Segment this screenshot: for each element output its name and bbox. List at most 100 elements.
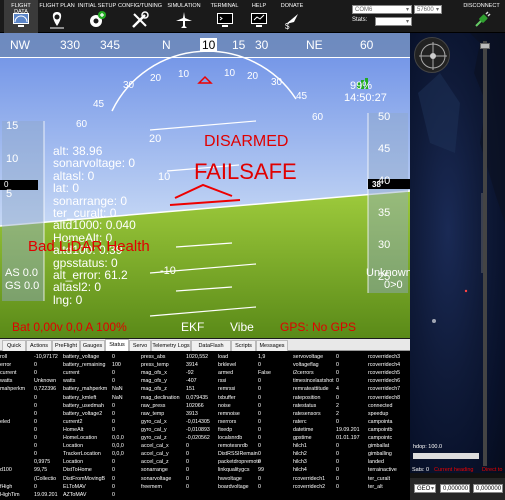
status-field-name: error — [0, 362, 12, 369]
coord-lat-field[interactable]: 0,000000 — [440, 484, 470, 493]
status-field-value: -92 — [186, 370, 194, 377]
toolbar-flight-data-button[interactable]: FLIGHT DATA — [4, 0, 38, 33]
map-pin-icon — [50, 12, 64, 29]
status-field-name: sonarvoltage — [141, 475, 172, 482]
status-field-value: 0,0,0 — [112, 443, 124, 450]
map-overlay — [418, 33, 505, 323]
roll-scale-label: 30 — [123, 80, 135, 91]
tab-gauges[interactable]: Gauges — [80, 340, 105, 351]
roll-scale-label: 20 — [150, 73, 162, 84]
status-field-value: 2 — [336, 410, 339, 417]
map-panel[interactable]: hdop: 100.0 Sats: 0 Current heading Dire… — [410, 33, 505, 500]
status-field-value: 0 — [186, 483, 189, 490]
status-field-name: accel_cal_x — [141, 443, 169, 450]
tab-telemetry-logs[interactable]: Telemetry Logs — [151, 340, 191, 351]
status-field-value: 19.09.201 — [336, 426, 360, 433]
roll-scale-label: 45 — [93, 99, 105, 110]
speed-scale-label: 10 — [6, 153, 19, 165]
status-field-value: 3913 — [186, 410, 198, 417]
armed-status: DISARMED — [204, 133, 289, 150]
toolbar-flight-plan-label: FLIGHT PLAN — [39, 3, 75, 9]
toolbar-initial-setup-label: INITIAL SETUP — [77, 3, 117, 9]
tab-dataflash-logs[interactable]: DataFlash Logs — [191, 340, 231, 359]
status-field-name: boardvoltage — [218, 483, 249, 490]
status-field-name: noise — [218, 402, 231, 409]
tab-actions[interactable]: Actions — [26, 340, 52, 351]
status-field-name: raw_temp — [141, 410, 165, 417]
status-field-value: 0 — [336, 475, 339, 482]
status-field-value: NaN — [112, 394, 123, 401]
status-field-value: 0,079435 — [186, 394, 209, 401]
roll-scale-label: 20 — [247, 71, 259, 82]
flight-mode-label: Unknown — [366, 267, 410, 279]
status-field-value: 0 — [34, 443, 37, 450]
status-field-name: voltageflag — [293, 362, 319, 369]
tab-scripts[interactable]: Scripts — [231, 340, 256, 351]
coords-bar: GEO ▾ 0,000000 0,000000 — [410, 478, 505, 500]
status-field-name: hilch2 — [293, 451, 307, 458]
coord-lng-field[interactable]: 0,000000 — [473, 484, 503, 493]
status-field-value: 0 — [336, 362, 339, 369]
toolbar-config-tuning-button[interactable]: CONFIG/TUNING — [118, 0, 162, 33]
status-field-name: gyro_cal_z — [141, 435, 167, 441]
status-field-value: 0 — [112, 459, 115, 466]
hud-display[interactable]: NW 330 345 N 10 15 30 NE 60 60 45 30 20 10 10 20 30 45 60 9… — [0, 33, 410, 338]
donate-plane-icon: $ — [285, 14, 298, 30]
status-field-value: 0 — [258, 451, 261, 458]
airspeed-label: AS 0.0 — [5, 267, 39, 279]
tab-messages[interactable]: Messages — [256, 340, 288, 351]
status-field-name: fHigh — [0, 483, 13, 490]
status-field-name: Location — [63, 443, 84, 450]
status-field-value: 0 — [112, 475, 115, 482]
waypoint-label: 0>0 — [384, 279, 403, 291]
status-field-value: 0 — [258, 362, 261, 369]
status-field-value: 0,9975 — [34, 459, 51, 466]
tab-quick[interactable]: Quick — [2, 340, 26, 351]
status-field-name: hilch1 — [293, 443, 307, 450]
status-field-name: rcoverridech5 — [368, 370, 401, 377]
stats-select[interactable]: ▾ — [375, 17, 412, 26]
coord-format-select[interactable]: GEO ▾ — [414, 484, 436, 493]
tab-status[interactable]: Status — [105, 339, 129, 351]
baud-rate-select[interactable]: 57600 ▾ — [414, 5, 442, 14]
status-field-name: remrssi — [218, 386, 236, 393]
status-field-name: load — [218, 354, 229, 360]
status-field-value: 0 — [112, 402, 115, 409]
toolbar-initial-setup-button[interactable]: INITIAL SETUP — [76, 0, 118, 33]
status-field-name: txbuffer — [218, 394, 236, 401]
crosshair-icon — [419, 42, 447, 70]
failsafe-status: FAILSAFE — [194, 159, 297, 184]
toolbar-donate-button[interactable]: DONATE $ — [275, 0, 309, 33]
status-field-value: 0 — [258, 410, 261, 417]
status-field-name: brklevel — [218, 362, 237, 369]
status-field-value: 102066 — [186, 402, 204, 409]
zoom-slider-handle[interactable] — [480, 43, 490, 49]
disconnect-button[interactable]: DISCONNECT — [458, 0, 505, 33]
tab-servo[interactable]: Servo — [129, 340, 151, 351]
status-field-name: i2cerrors — [293, 370, 314, 377]
status-field-name: rcoverridech4 — [368, 362, 401, 369]
status-field-value: 0 — [258, 386, 261, 393]
toolbar-terminal-button[interactable]: TERMINAL — [206, 0, 243, 33]
status-field-name: remnoise — [218, 410, 240, 417]
terminal-monitor-icon — [216, 13, 233, 27]
toolbar-help-button[interactable]: HELP — [243, 0, 275, 33]
heading-tape-label: 10 — [200, 38, 218, 52]
status-field-value: 0 — [258, 418, 261, 425]
pitch-scale-label: -10 — [160, 265, 176, 277]
altitude-tape — [368, 113, 408, 293]
toolbar-flight-plan-button[interactable]: FLIGHT PLAN — [38, 0, 76, 33]
tab-preflight[interactable]: PreFlight — [52, 340, 80, 351]
ekf-status: EKF — [181, 320, 205, 334]
status-field-name: rcoverridech1 — [293, 475, 326, 482]
status-field-value: 0 — [112, 483, 115, 490]
altitude-scale-label: 35 — [378, 207, 391, 219]
status-field-name: DistRSSIRemain — [218, 451, 258, 458]
com-port-select[interactable]: COM6 ▾ — [352, 5, 412, 14]
zoom-slider-track[interactable] — [483, 41, 487, 466]
status-field-name: raterc — [293, 418, 307, 425]
status-field-value: 0 — [186, 459, 189, 466]
map-zoom-dial[interactable] — [414, 37, 450, 73]
status-field-value: 0 — [34, 451, 37, 458]
toolbar-simulation-button[interactable]: SIMULATION — [162, 0, 206, 33]
